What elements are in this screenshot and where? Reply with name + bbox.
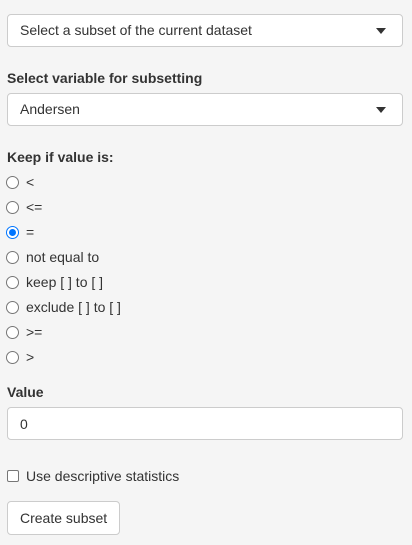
- value-label: Value: [7, 384, 44, 400]
- variable-subset-label: Select variable for subsetting: [7, 70, 203, 86]
- radio-option-label: >=: [26, 324, 43, 340]
- caret-down-icon: [376, 28, 386, 34]
- radio-button[interactable]: [6, 350, 19, 364]
- radio-option-label: <=: [26, 199, 43, 215]
- radio-option-gt[interactable]: >: [6, 348, 34, 366]
- radio-option-label: <: [26, 174, 35, 190]
- radio-button[interactable]: [6, 175, 19, 189]
- radio-option-label: keep [ ] to [ ]: [26, 274, 104, 290]
- subset-panel: Select a subset of the current dataset S…: [0, 0, 412, 545]
- variable-select-value: Andersen: [20, 101, 80, 117]
- radio-option-keep-range[interactable]: keep [ ] to [ ]: [6, 273, 103, 291]
- radio-button-selected[interactable]: [6, 225, 19, 239]
- radio-button[interactable]: [6, 300, 19, 314]
- radio-option-eq[interactable]: =: [6, 223, 34, 241]
- radio-option-lte[interactable]: <=: [6, 198, 42, 216]
- keep-if-label: Keep if value is:: [7, 149, 114, 165]
- radio-option-label: >: [26, 349, 35, 365]
- variable-select[interactable]: Andersen: [7, 93, 403, 126]
- radio-option-label: =: [26, 224, 35, 240]
- radio-option-label: not equal to: [26, 249, 100, 265]
- radio-button[interactable]: [6, 200, 19, 214]
- radio-button[interactable]: [6, 250, 19, 264]
- descriptive-stats-checkbox[interactable]: [7, 470, 19, 482]
- caret-down-icon: [376, 107, 386, 113]
- radio-option-neq[interactable]: not equal to: [6, 248, 99, 266]
- descriptive-stats-label: Use descriptive statistics: [26, 468, 180, 484]
- radio-option-gte[interactable]: >=: [6, 323, 42, 341]
- radio-option-lt[interactable]: <: [6, 173, 34, 191]
- radio-button[interactable]: [6, 275, 19, 289]
- value-input[interactable]: [7, 407, 403, 440]
- radio-option-exclude-range[interactable]: exclude [ ] to [ ]: [6, 298, 121, 316]
- radio-option-label: exclude [ ] to [ ]: [26, 299, 121, 315]
- create-subset-button[interactable]: Create subset: [7, 501, 121, 535]
- dataset-subset-select-value: Select a subset of the current dataset: [20, 22, 252, 38]
- radio-button[interactable]: [6, 325, 19, 339]
- descriptive-stats-option[interactable]: Use descriptive statistics: [7, 467, 179, 485]
- dataset-subset-select[interactable]: Select a subset of the current dataset: [7, 14, 403, 47]
